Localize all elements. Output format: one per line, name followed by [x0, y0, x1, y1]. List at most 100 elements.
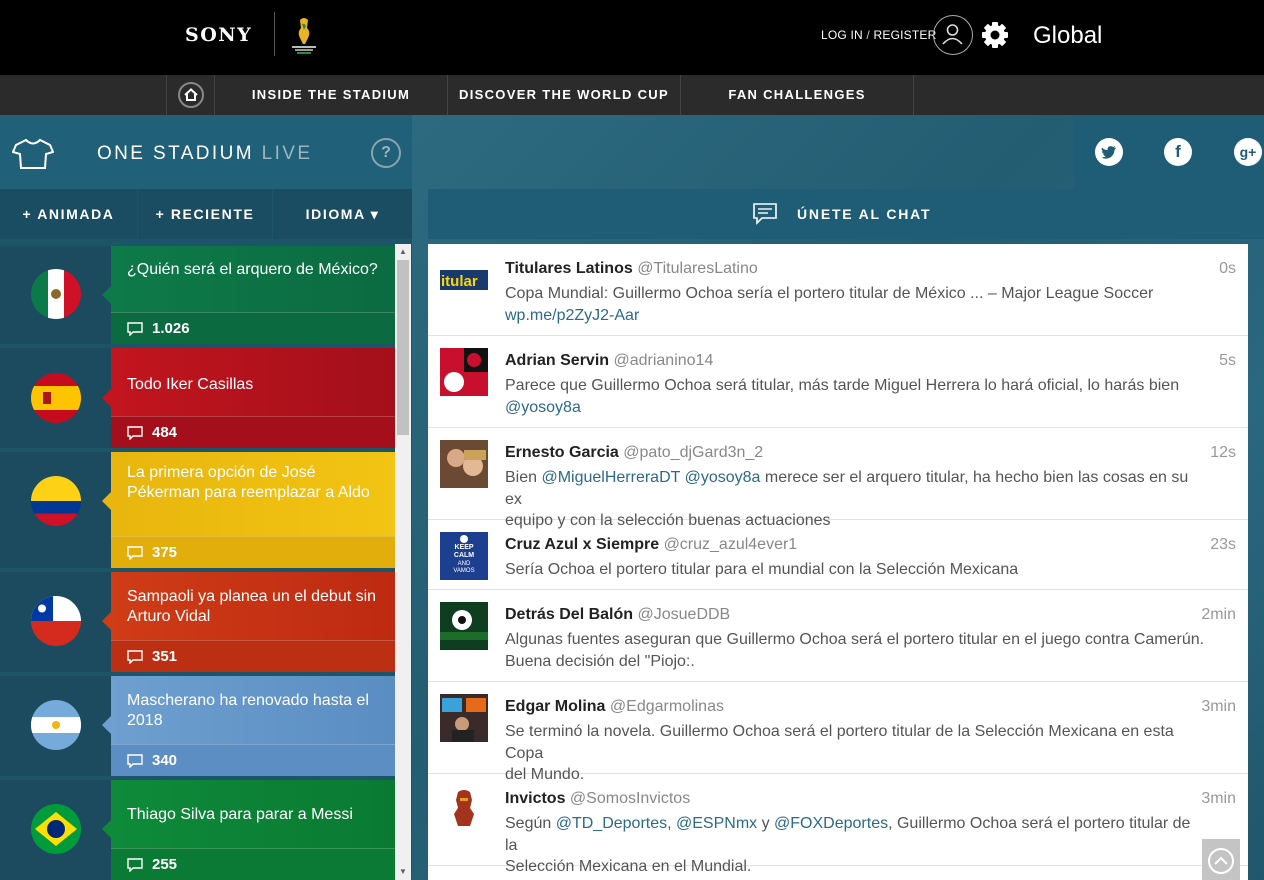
- invictos-avatar-icon[interactable]: [440, 786, 488, 834]
- author-handle[interactable]: @SomosInvictos: [570, 790, 690, 807]
- tweet-mention[interactable]: @TD_Deportes: [556, 815, 667, 832]
- tweet-item[interactable]: Adrian Servin @adrianino14 5s Parece que…: [428, 336, 1248, 428]
- tweet-mention[interactable]: @ESPNmx: [676, 815, 757, 832]
- author-handle[interactable]: @TitularesLatino: [637, 260, 758, 277]
- tweet-line: Sería Ochoa el portero titular para el m…: [505, 561, 1019, 578]
- nav-inside-the-stadium[interactable]: INSIDE THE STADIUM: [215, 75, 448, 115]
- tweet-author[interactable]: Ernesto Garcia @pato_djGard3n_2: [505, 444, 763, 462]
- author-name[interactable]: Detrás Del Balón: [505, 606, 633, 623]
- tweet-segment: ,: [667, 815, 676, 832]
- live-label: LIVE: [261, 143, 313, 164]
- topic-card[interactable]: Mascherano ha renovado hasta el 2018 340: [102, 676, 395, 776]
- shirt-icon: [12, 138, 54, 169]
- tweet-mention[interactable]: @FOXDeportes: [774, 815, 888, 832]
- topic-item-argentina[interactable]: Mascherano ha renovado hasta el 2018 340: [0, 676, 395, 776]
- topic-card[interactable]: Todo Iker Casillas 484: [102, 348, 395, 448]
- tweet-author[interactable]: Adrian Servin @adrianino14: [505, 352, 713, 370]
- google-plus-button[interactable]: g+: [1212, 115, 1264, 189]
- facebook-button[interactable]: f: [1143, 115, 1213, 189]
- login-register-link[interactable]: LOG IN / REGISTER: [821, 28, 936, 42]
- topic-list[interactable]: ¿Quién será el arquero de México? 1.026 …: [0, 244, 395, 880]
- brazil-flag-icon: [31, 804, 81, 854]
- nav-home-button[interactable]: [166, 75, 215, 115]
- topic-footer: 351: [111, 640, 395, 672]
- author-handle[interactable]: @pato_djGard3n_2: [623, 444, 763, 461]
- topic-card[interactable]: ¿Quién será el arquero de México? 1.026: [102, 246, 395, 344]
- tweet-author[interactable]: Cruz Azul x Siempre @cruz_azul4ever1: [505, 536, 797, 554]
- topic-item-mexico[interactable]: ¿Quién será el arquero de México? 1.026: [0, 246, 395, 344]
- author-name[interactable]: Edgar Molina: [505, 698, 605, 715]
- scroll-thumb[interactable]: [397, 260, 409, 435]
- author-handle[interactable]: @Edgarmolinas: [610, 698, 724, 715]
- region-selector[interactable]: Global: [1033, 22, 1102, 50]
- tweet-link[interactable]: wp.me/p2ZyJ2-Aar: [505, 305, 1205, 327]
- sony-logo[interactable]: SONY: [185, 24, 252, 46]
- nav-discover-the-world-cup[interactable]: DISCOVER THE WORLD CUP: [448, 75, 681, 115]
- tweet-item[interactable]: Invictos @SomosInvictos 3min Según @TD_D…: [428, 774, 1248, 875]
- tweet-item[interactable]: Detrás Del Balón @JosueDDB 2min Algunas …: [428, 590, 1248, 682]
- tweet-author[interactable]: Titulares Latinos @TitularesLatino: [505, 260, 758, 278]
- scroll-down-arrow-icon[interactable]: ▼: [395, 864, 411, 880]
- home-icon: [178, 82, 204, 108]
- tab-reciente[interactable]: + RECIENTE: [138, 189, 272, 239]
- topic-item-chile[interactable]: Sampaoli ya planea un el debut sin Artur…: [0, 572, 395, 672]
- comment-icon: [127, 650, 143, 664]
- author-handle[interactable]: @JosueDDB: [638, 606, 731, 623]
- register-link[interactable]: REGISTER: [874, 28, 937, 42]
- topic-item-brazil[interactable]: Thiago Silva para parar a Messi 255: [0, 780, 395, 880]
- twitter-button[interactable]: [1074, 115, 1144, 189]
- user-avatar-button[interactable]: [933, 15, 973, 55]
- back-to-top-button[interactable]: [1202, 839, 1240, 880]
- cruzazul-avatar-icon[interactable]: KEEP CALM AND VAMOS: [440, 532, 488, 580]
- comment-count: 375: [152, 544, 178, 561]
- top-bar: SONY LOG IN / REGISTER Global: [0, 0, 1264, 75]
- topic-card[interactable]: La primera opción de José Pékerman para …: [102, 452, 395, 568]
- topic-card[interactable]: Thiago Silva para parar a Messi 255: [102, 780, 395, 880]
- scroll-up-arrow-icon[interactable]: ▲: [395, 244, 411, 260]
- gear-icon[interactable]: [980, 20, 1010, 50]
- tweet-item[interactable]: itular Titulares Latinos @TitularesLatin…: [428, 244, 1248, 336]
- tweet-segment: Según: [505, 815, 556, 832]
- tweet-mention[interactable]: @MiguelHerreraDT: [541, 469, 680, 486]
- flag-container: [0, 676, 111, 776]
- detras-avatar-icon[interactable]: [440, 602, 488, 650]
- tweet-item[interactable]: KEEP CALM AND VAMOS Cruz Azul x Siempre …: [428, 520, 1248, 590]
- tweet-item[interactable]: Edgar Molina @Edgarmolinas 3min Se termi…: [428, 682, 1248, 783]
- login-link[interactable]: LOG IN: [821, 28, 863, 42]
- topic-item-spain[interactable]: Todo Iker Casillas 484: [0, 348, 395, 448]
- author-name[interactable]: Titulares Latinos: [505, 260, 633, 277]
- tweet-author[interactable]: Invictos @SomosInvictos: [505, 790, 690, 808]
- author-handle[interactable]: @adrianino14: [613, 352, 713, 369]
- chat-title[interactable]: ÚNETE AL CHAT: [797, 206, 931, 222]
- author-name[interactable]: Ernesto Garcia: [505, 444, 619, 461]
- user-icon: [942, 24, 963, 45]
- tab-idioma[interactable]: IDIOMA ▾: [273, 189, 412, 239]
- topic-card[interactable]: Sampaoli ya planea un el debut sin Artur…: [102, 572, 395, 672]
- mexico-flag-icon: [31, 269, 81, 319]
- nav-fan-challenges[interactable]: FAN CHALLENGES: [681, 75, 914, 115]
- tweet-mention[interactable]: @yosoy8a: [505, 397, 1205, 419]
- tweet-author[interactable]: Detrás Del Balón @JosueDDB: [505, 606, 730, 624]
- author-handle[interactable]: @cruz_azul4ever1: [664, 536, 798, 553]
- svg-text:itular: itular: [441, 273, 478, 290]
- tweet-author[interactable]: Edgar Molina @Edgarmolinas: [505, 698, 724, 716]
- topic-item-colombia[interactable]: La primera opción de José Pékerman para …: [0, 452, 395, 568]
- author-name[interactable]: Adrian Servin: [505, 352, 609, 369]
- world-cup-logo[interactable]: [283, 14, 325, 56]
- ernesto-avatar-icon[interactable]: [440, 440, 488, 488]
- comment-icon: [127, 754, 143, 768]
- edgar-avatar-icon[interactable]: [440, 694, 488, 742]
- tweet-line: Selección Mexicana en el Mundial.: [505, 858, 752, 875]
- author-name[interactable]: Invictos: [505, 790, 565, 807]
- titulares-avatar-icon[interactable]: itular: [440, 256, 488, 304]
- svg-text:KEEP: KEEP: [454, 544, 473, 551]
- help-button[interactable]: ?: [371, 138, 401, 168]
- adrian-avatar-icon[interactable]: [440, 348, 488, 396]
- topic-list-scrollbar[interactable]: ▲ ▼: [395, 244, 411, 880]
- chat-icon: [753, 203, 777, 225]
- tweet-feed[interactable]: itular Titulares Latinos @TitularesLatin…: [428, 244, 1248, 880]
- tab-animada[interactable]: + ANIMADA: [0, 189, 137, 239]
- tweet-item[interactable]: Ernesto Garcia @pato_djGard3n_2 12s Bien…: [428, 428, 1248, 529]
- tweet-mention[interactable]: @yosoy8a: [685, 469, 761, 486]
- author-name[interactable]: Cruz Azul x Siempre: [505, 536, 659, 553]
